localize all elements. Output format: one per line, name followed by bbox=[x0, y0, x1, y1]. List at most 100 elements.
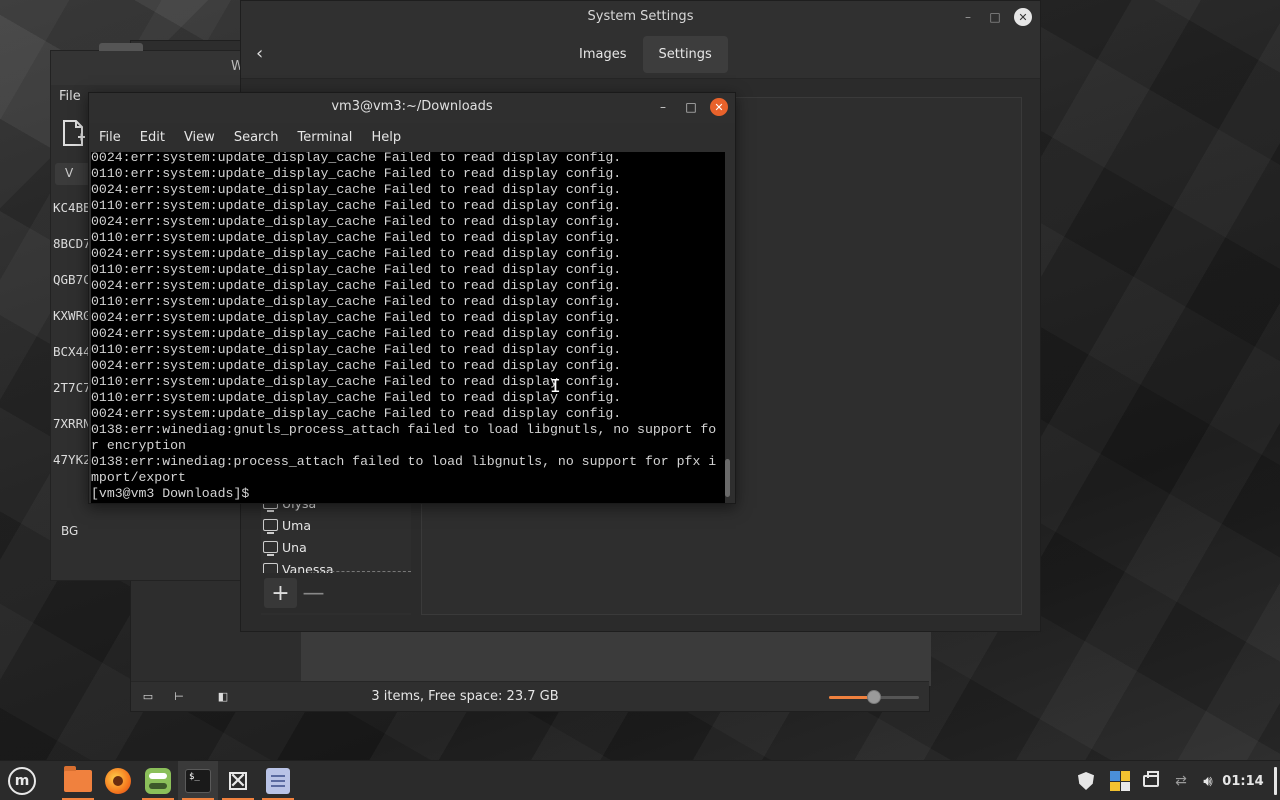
menu-help[interactable]: Help bbox=[371, 130, 401, 145]
terminal-line: 0110:err:system:update_display_cache Fai… bbox=[91, 198, 622, 213]
terminal-line: 0024:err:system:update_display_cache Fai… bbox=[91, 152, 622, 165]
list-item[interactable]: Una bbox=[261, 536, 307, 558]
firefox-icon bbox=[105, 768, 131, 794]
editor-titlebar: W bbox=[51, 51, 249, 85]
network-icon: ⇄ bbox=[1175, 773, 1187, 789]
terminal-line: 0110:err:system:update_display_cache Fai… bbox=[91, 262, 622, 277]
terminal-line: 0024:err:system:update_display_cache Fai… bbox=[91, 214, 622, 229]
terminal-line: 0024:err:system:update_display_cache Fai… bbox=[91, 182, 622, 197]
taskbar-files[interactable] bbox=[58, 761, 98, 800]
add-button[interactable]: + bbox=[264, 578, 297, 608]
editor-tab-label: V bbox=[65, 166, 74, 180]
list-item-label: Uma bbox=[282, 517, 311, 533]
zoom-knob[interactable] bbox=[867, 689, 881, 704]
terminal-line: mport/export bbox=[91, 470, 186, 485]
remove-button[interactable]: — bbox=[297, 578, 330, 608]
terminal-line: 0138:err:winediag:gnutls_process_attach … bbox=[91, 422, 717, 437]
monitor-icon bbox=[263, 541, 278, 556]
tray-updates[interactable] bbox=[1108, 761, 1132, 800]
menu-file[interactable]: File bbox=[99, 130, 121, 145]
editor-line: 2T7C7 bbox=[53, 380, 91, 395]
editor-tab-handle bbox=[99, 43, 143, 51]
text-editor-icon bbox=[266, 768, 290, 794]
terminal-close-button[interactable]: ✕ bbox=[710, 98, 728, 116]
terminal-scrollbar-thumb[interactable] bbox=[725, 459, 730, 497]
editor-line: QGB7C bbox=[53, 272, 91, 287]
settings-title: System Settings bbox=[587, 9, 694, 24]
show-desktop-button[interactable] bbox=[1274, 767, 1277, 795]
terminal-line: r encryption bbox=[91, 438, 186, 453]
terminal-icon: $_ bbox=[185, 769, 211, 793]
editor-line: KXWRG bbox=[53, 308, 91, 323]
taskbar-terminal[interactable]: $_ bbox=[178, 761, 218, 800]
update-manager-icon bbox=[1110, 771, 1130, 791]
menu-view[interactable]: View bbox=[184, 130, 215, 145]
terminal-titlebar: vm3@vm3:~/Downloads – □ ✕ bbox=[89, 93, 735, 123]
volume-icon: 🔊︎ bbox=[1203, 772, 1213, 790]
terminal-line: 0024:err:system:update_display_cache Fai… bbox=[91, 278, 622, 293]
editor-line: BCX44 bbox=[53, 344, 91, 359]
tab-settings[interactable]: Settings bbox=[642, 36, 728, 73]
editor-line: 8BCD7 bbox=[53, 236, 91, 251]
list-buttons: + — bbox=[261, 573, 411, 613]
terminal-window: vm3@vm3:~/Downloads – □ ✕ File Edit View… bbox=[88, 92, 736, 504]
files-icon bbox=[64, 766, 92, 792]
editor-footer: BG bbox=[61, 524, 79, 538]
terminal-line: 0110:err:system:update_display_cache Fai… bbox=[91, 294, 622, 309]
taskbar-settings[interactable] bbox=[138, 761, 178, 800]
editor-line: KC4BB bbox=[53, 200, 91, 215]
editor-line: 7XRRN bbox=[53, 416, 91, 431]
file-manager-main-pane bbox=[301, 626, 931, 686]
terminal-output[interactable]: 0024:err:system:update_display_cache Fai… bbox=[91, 152, 725, 503]
tray-printer[interactable] bbox=[1140, 761, 1162, 800]
tray-security[interactable] bbox=[1074, 761, 1098, 800]
list-divider bbox=[321, 571, 411, 572]
terminal-lines: 0024:err:system:update_display_cache Fai… bbox=[91, 152, 716, 502]
terminal-line: 0110:err:system:update_display_cache Fai… bbox=[91, 166, 622, 181]
terminal-line: 0024:err:system:update_display_cache Fai… bbox=[91, 358, 622, 373]
terminal-line: 0110:err:system:update_display_cache Fai… bbox=[91, 342, 622, 357]
terminal-minimize-button[interactable]: – bbox=[654, 98, 672, 116]
terminal-line: 0138:err:winediag:process_attach failed … bbox=[91, 454, 717, 469]
list-item[interactable]: Uma bbox=[261, 514, 311, 536]
taskbar-text-editor[interactable] bbox=[258, 761, 298, 800]
tray-clock[interactable]: 01:14 bbox=[1222, 761, 1264, 800]
settings-toggle-icon bbox=[145, 768, 171, 794]
tab-images[interactable]: Images bbox=[563, 36, 643, 73]
tray-network[interactable]: ⇄ bbox=[1170, 761, 1192, 800]
window-frame-icon bbox=[225, 768, 251, 794]
list-item-label: Una bbox=[282, 539, 307, 555]
zoom-slider[interactable] bbox=[829, 689, 919, 704]
status-text: 3 items, Free space: 23.7 GB bbox=[371, 689, 559, 704]
terminal-line: 0110:err:system:update_display_cache Fai… bbox=[91, 230, 622, 245]
taskbar-window-app[interactable] bbox=[218, 761, 258, 800]
terminal-line: 0024:err:system:update_display_cache Fai… bbox=[91, 406, 622, 421]
settings-close-button[interactable]: ✕ bbox=[1014, 8, 1032, 26]
terminal-maximize-button[interactable]: □ bbox=[682, 98, 700, 116]
text-cursor-icon: I bbox=[550, 376, 561, 397]
settings-minimize-button[interactable]: – bbox=[959, 8, 977, 26]
back-arrow-icon[interactable]: ‹ bbox=[256, 43, 263, 64]
tray-volume[interactable]: 🔊︎ bbox=[1197, 761, 1219, 800]
mint-menu-icon: m bbox=[8, 767, 36, 795]
printer-icon bbox=[1143, 771, 1159, 787]
terminal-scrollbar[interactable] bbox=[725, 152, 731, 503]
menu-search[interactable]: Search bbox=[234, 130, 279, 145]
terminal-title: vm3@vm3:~/Downloads bbox=[331, 99, 493, 114]
editor-menu-file[interactable]: File bbox=[59, 89, 81, 104]
start-menu-button[interactable]: m bbox=[2, 761, 42, 800]
settings-titlebar: System Settings – □ ✕ ‹ Images Settings bbox=[241, 1, 1040, 79]
taskbar-firefox[interactable] bbox=[98, 761, 138, 800]
taskbar: m $_ ⇄ 🔊︎ 01:14 bbox=[0, 760, 1280, 800]
settings-maximize-button[interactable]: □ bbox=[986, 8, 1004, 26]
editor-line: 47YK2 bbox=[53, 452, 91, 467]
file-manager-statusbar: ▭ ⊢ ◧ 3 items, Free space: 23.7 GB bbox=[131, 681, 929, 711]
new-document-icon[interactable] bbox=[61, 119, 85, 147]
shield-icon bbox=[1078, 772, 1094, 790]
terminal-menubar: File Edit View Search Terminal Help bbox=[89, 123, 735, 151]
clock: 01:14 bbox=[1222, 773, 1264, 789]
terminal-line: 0110:err:system:update_display_cache Fai… bbox=[91, 374, 622, 389]
settings-tabs: Images Settings bbox=[563, 36, 728, 73]
menu-terminal[interactable]: Terminal bbox=[297, 130, 352, 145]
menu-edit[interactable]: Edit bbox=[140, 130, 165, 145]
